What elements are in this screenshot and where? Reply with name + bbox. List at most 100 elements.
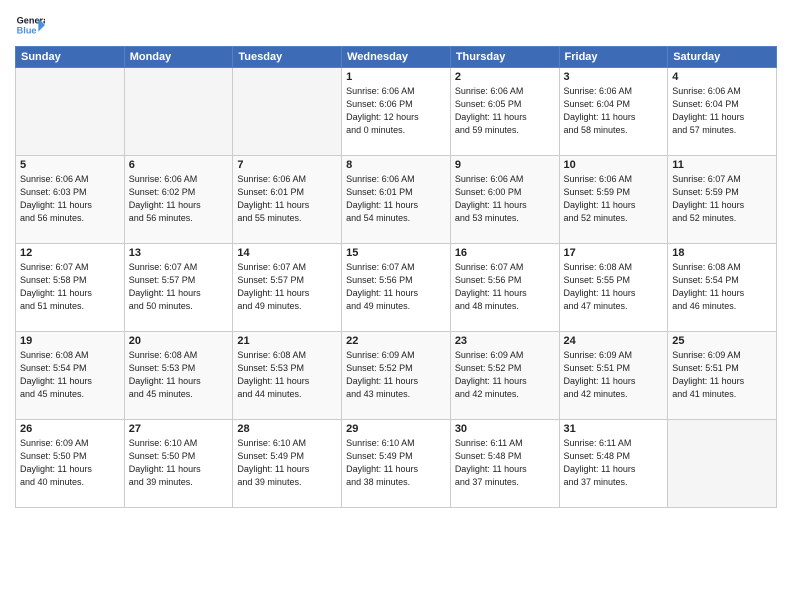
- calendar-cell: 19 Sunrise: 6:08 AM Sunset: 5:54 PM Dayli…: [16, 332, 125, 420]
- day-number: 21: [237, 335, 337, 347]
- day-number: 17: [564, 247, 664, 259]
- calendar-cell: 1 Sunrise: 6:06 AM Sunset: 6:06 PM Daylig…: [342, 68, 451, 156]
- day-number: 8: [346, 159, 446, 171]
- day-info: Sunrise: 6:11 AM Sunset: 5:48 PM Dayligh…: [564, 437, 664, 489]
- day-number: 16: [455, 247, 555, 259]
- day-info: Sunrise: 6:10 AM Sunset: 5:49 PM Dayligh…: [346, 437, 446, 489]
- calendar-body: 1 Sunrise: 6:06 AM Sunset: 6:06 PM Daylig…: [16, 68, 777, 508]
- calendar-cell: 22 Sunrise: 6:09 AM Sunset: 5:52 PM Dayli…: [342, 332, 451, 420]
- day-info: Sunrise: 6:08 AM Sunset: 5:53 PM Dayligh…: [129, 349, 229, 401]
- day-info: Sunrise: 6:06 AM Sunset: 6:01 PM Dayligh…: [346, 173, 446, 225]
- day-number: 1: [346, 71, 446, 83]
- calendar-cell: 20 Sunrise: 6:08 AM Sunset: 5:53 PM Dayli…: [124, 332, 233, 420]
- weekday-header-cell: Tuesday: [233, 47, 342, 68]
- calendar-cell: 2 Sunrise: 6:06 AM Sunset: 6:05 PM Daylig…: [450, 68, 559, 156]
- weekday-header-row: SundayMondayTuesdayWednesdayThursdayFrid…: [16, 47, 777, 68]
- day-number: 24: [564, 335, 664, 347]
- day-number: 20: [129, 335, 229, 347]
- calendar-week-row: 12 Sunrise: 6:07 AM Sunset: 5:58 PM Dayli…: [16, 244, 777, 332]
- day-number: 2: [455, 71, 555, 83]
- day-info: Sunrise: 6:06 AM Sunset: 6:04 PM Dayligh…: [672, 85, 772, 137]
- weekday-header-cell: Wednesday: [342, 47, 451, 68]
- calendar-week-row: 19 Sunrise: 6:08 AM Sunset: 5:54 PM Dayli…: [16, 332, 777, 420]
- day-number: 10: [564, 159, 664, 171]
- weekday-header-cell: Friday: [559, 47, 668, 68]
- calendar-cell: 23Sunrise: 6:09 AM Sunset: 5:52 PM Dayli…: [450, 332, 559, 420]
- day-number: 29: [346, 423, 446, 435]
- day-info: Sunrise: 6:09 AM Sunset: 5:50 PM Dayligh…: [20, 437, 120, 489]
- calendar-cell: [124, 68, 233, 156]
- day-number: 9: [455, 159, 555, 171]
- calendar-cell: [233, 68, 342, 156]
- calendar-cell: 27 Sunrise: 6:10 AM Sunset: 5:50 PM Dayli…: [124, 420, 233, 508]
- calendar-cell: [668, 420, 777, 508]
- day-number: 19: [20, 335, 120, 347]
- calendar-cell: 14 Sunrise: 6:07 AM Sunset: 5:57 PM Dayli…: [233, 244, 342, 332]
- calendar-cell: 24 Sunrise: 6:09 AM Sunset: 5:51 PM Dayli…: [559, 332, 668, 420]
- day-info: Sunrise: 6:09 AM Sunset: 5:51 PM Dayligh…: [564, 349, 664, 401]
- day-number: 25: [672, 335, 772, 347]
- day-info: Sunrise: 6:07 AM Sunset: 5:56 PM Dayligh…: [455, 261, 555, 313]
- calendar-cell: 9Sunrise: 6:06 AM Sunset: 6:00 PM Daylig…: [450, 156, 559, 244]
- day-number: 30: [455, 423, 555, 435]
- calendar-cell: 7 Sunrise: 6:06 AM Sunset: 6:01 PM Daylig…: [233, 156, 342, 244]
- calendar-cell: 29 Sunrise: 6:10 AM Sunset: 5:49 PM Dayli…: [342, 420, 451, 508]
- day-info: Sunrise: 6:06 AM Sunset: 6:04 PM Dayligh…: [564, 85, 664, 137]
- day-info: Sunrise: 6:09 AM Sunset: 5:51 PM Dayligh…: [672, 349, 772, 401]
- day-number: 27: [129, 423, 229, 435]
- logo-icon: General Blue: [15, 10, 45, 40]
- calendar-table: SundayMondayTuesdayWednesdayThursdayFrid…: [15, 46, 777, 508]
- day-info: Sunrise: 6:06 AM Sunset: 6:01 PM Dayligh…: [237, 173, 337, 225]
- day-number: 5: [20, 159, 120, 171]
- day-number: 22: [346, 335, 446, 347]
- calendar-week-row: 5Sunrise: 6:06 AM Sunset: 6:03 PM Daylig…: [16, 156, 777, 244]
- day-number: 4: [672, 71, 772, 83]
- calendar-week-row: 1 Sunrise: 6:06 AM Sunset: 6:06 PM Daylig…: [16, 68, 777, 156]
- calendar-cell: 21Sunrise: 6:08 AM Sunset: 5:53 PM Dayli…: [233, 332, 342, 420]
- day-info: Sunrise: 6:06 AM Sunset: 6:02 PM Dayligh…: [129, 173, 229, 225]
- day-info: Sunrise: 6:07 AM Sunset: 5:56 PM Dayligh…: [346, 261, 446, 313]
- weekday-header-cell: Saturday: [668, 47, 777, 68]
- day-number: 12: [20, 247, 120, 259]
- day-number: 3: [564, 71, 664, 83]
- day-info: Sunrise: 6:09 AM Sunset: 5:52 PM Dayligh…: [346, 349, 446, 401]
- day-number: 11: [672, 159, 772, 171]
- calendar-cell: [16, 68, 125, 156]
- calendar-cell: 17 Sunrise: 6:08 AM Sunset: 5:55 PM Dayli…: [559, 244, 668, 332]
- day-number: 7: [237, 159, 337, 171]
- day-number: 13: [129, 247, 229, 259]
- day-info: Sunrise: 6:07 AM Sunset: 5:58 PM Dayligh…: [20, 261, 120, 313]
- day-number: 31: [564, 423, 664, 435]
- day-info: Sunrise: 6:06 AM Sunset: 6:06 PM Dayligh…: [346, 85, 446, 137]
- day-info: Sunrise: 6:08 AM Sunset: 5:55 PM Dayligh…: [564, 261, 664, 313]
- calendar-cell: 5Sunrise: 6:06 AM Sunset: 6:03 PM Daylig…: [16, 156, 125, 244]
- calendar-cell: 11 Sunrise: 6:07 AM Sunset: 5:59 PM Dayli…: [668, 156, 777, 244]
- day-info: Sunrise: 6:07 AM Sunset: 5:59 PM Dayligh…: [672, 173, 772, 225]
- calendar-cell: 18Sunrise: 6:08 AM Sunset: 5:54 PM Dayli…: [668, 244, 777, 332]
- calendar-cell: 15Sunrise: 6:07 AM Sunset: 5:56 PM Dayli…: [342, 244, 451, 332]
- calendar-cell: 4 Sunrise: 6:06 AM Sunset: 6:04 PM Daylig…: [668, 68, 777, 156]
- calendar-cell: 16 Sunrise: 6:07 AM Sunset: 5:56 PM Dayli…: [450, 244, 559, 332]
- day-info: Sunrise: 6:10 AM Sunset: 5:50 PM Dayligh…: [129, 437, 229, 489]
- day-info: Sunrise: 6:10 AM Sunset: 5:49 PM Dayligh…: [237, 437, 337, 489]
- calendar-cell: 10 Sunrise: 6:06 AM Sunset: 5:59 PM Dayli…: [559, 156, 668, 244]
- day-info: Sunrise: 6:07 AM Sunset: 5:57 PM Dayligh…: [237, 261, 337, 313]
- day-info: Sunrise: 6:06 AM Sunset: 6:05 PM Dayligh…: [455, 85, 555, 137]
- day-info: Sunrise: 6:08 AM Sunset: 5:54 PM Dayligh…: [20, 349, 120, 401]
- calendar-cell: 6 Sunrise: 6:06 AM Sunset: 6:02 PM Daylig…: [124, 156, 233, 244]
- weekday-header-cell: Thursday: [450, 47, 559, 68]
- day-info: Sunrise: 6:09 AM Sunset: 5:52 PM Dayligh…: [455, 349, 555, 401]
- logo: General Blue: [15, 10, 45, 40]
- calendar-cell: 13Sunrise: 6:07 AM Sunset: 5:57 PM Dayli…: [124, 244, 233, 332]
- calendar-cell: 26Sunrise: 6:09 AM Sunset: 5:50 PM Dayli…: [16, 420, 125, 508]
- weekday-header-cell: Monday: [124, 47, 233, 68]
- day-info: Sunrise: 6:06 AM Sunset: 5:59 PM Dayligh…: [564, 173, 664, 225]
- day-number: 6: [129, 159, 229, 171]
- svg-text:Blue: Blue: [17, 25, 37, 35]
- weekday-header-cell: Sunday: [16, 47, 125, 68]
- day-number: 14: [237, 247, 337, 259]
- calendar-cell: 28Sunrise: 6:10 AM Sunset: 5:49 PM Dayli…: [233, 420, 342, 508]
- calendar-cell: 30 Sunrise: 6:11 AM Sunset: 5:48 PM Dayli…: [450, 420, 559, 508]
- calendar-cell: 12 Sunrise: 6:07 AM Sunset: 5:58 PM Dayli…: [16, 244, 125, 332]
- day-info: Sunrise: 6:11 AM Sunset: 5:48 PM Dayligh…: [455, 437, 555, 489]
